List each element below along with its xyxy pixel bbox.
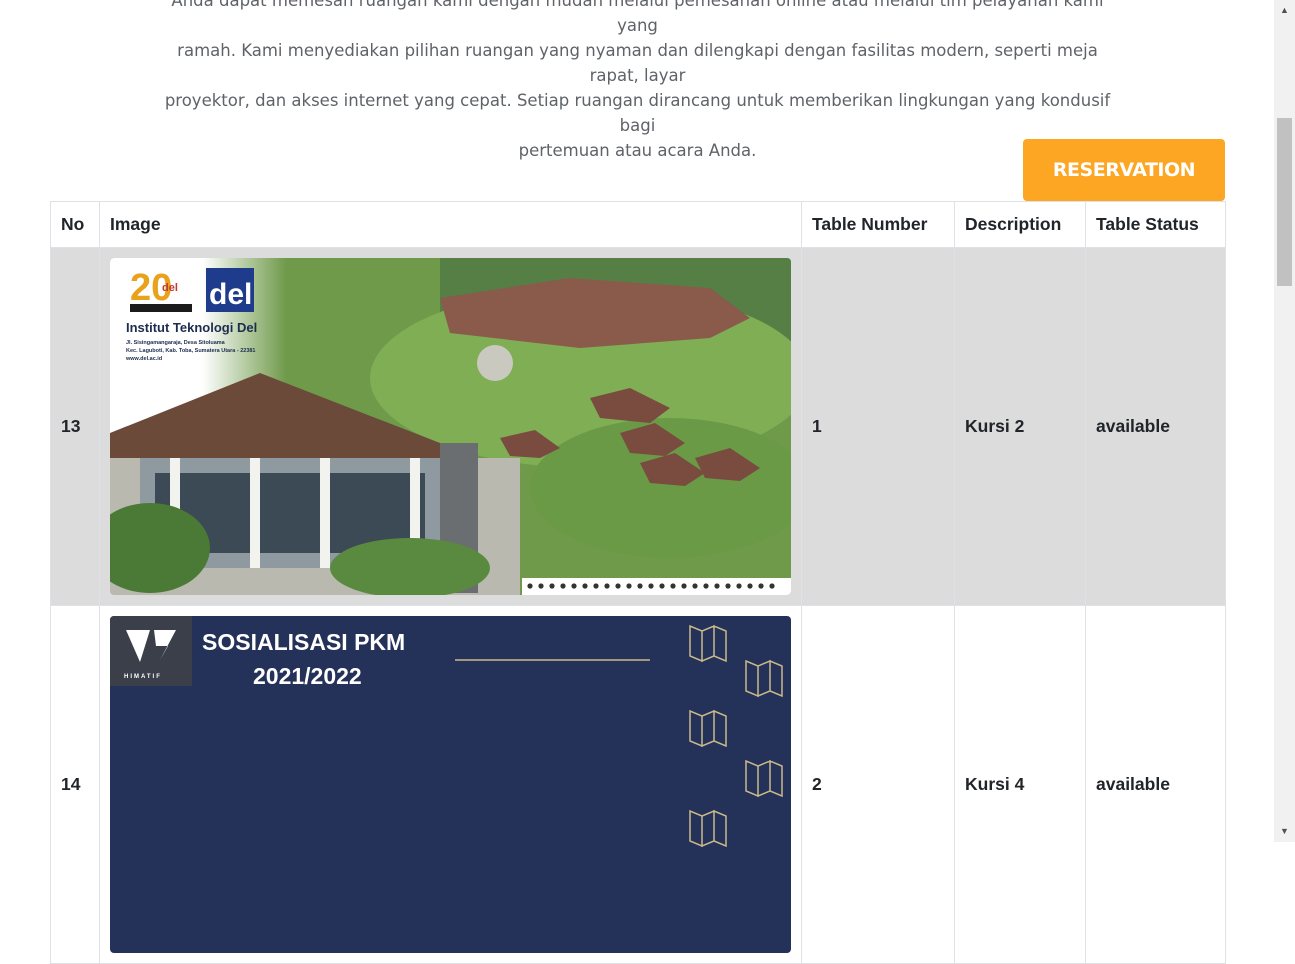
intro-text: Anda dapat memesan ruangan kami dengan m… [150, 0, 1125, 163]
cell-description: Kursi 2 [954, 247, 1086, 606]
intro-line-1: Anda dapat memesan ruangan kami dengan m… [171, 0, 1104, 35]
table-row: 14 HIMATIF SOSIALISASI PKM 2021/2022 2 K… [50, 605, 1226, 964]
svg-text:Jl. Sisingamangaraja, Desa Sit: Jl. Sisingamangaraja, Desa Sitoluama [126, 340, 226, 346]
header-table-number: Table Number [801, 201, 955, 248]
svg-text:SOSIALISASI PKM: SOSIALISASI PKM [202, 629, 405, 655]
cell-table-status: available [1085, 605, 1226, 964]
cell-table-number: 1 [801, 247, 955, 606]
cell-image: 20 del del Institut Teknologi Del Jl. Si… [99, 247, 802, 606]
reservation-button[interactable]: RESERVATION [1023, 139, 1225, 201]
svg-text:www.del.ac.id: www.del.ac.id [125, 356, 162, 362]
del-logo: del [206, 268, 254, 312]
intro-line-4: pertemuan atau acara Anda. [518, 141, 757, 160]
himatif-logo: HIMATIF [110, 616, 192, 686]
scroll-up-arrow-icon[interactable]: ▲ [1274, 2, 1295, 19]
rooms-table: No Image Table Number Description Table … [50, 201, 1226, 964]
cell-no: 13 [50, 247, 100, 606]
header-description: Description [954, 201, 1086, 248]
cell-description: Kursi 4 [954, 605, 1086, 964]
header-image: Image [99, 201, 802, 248]
cell-table-status: available [1085, 247, 1226, 606]
page-scrollbar[interactable]: ▲ ▼ [1274, 0, 1295, 842]
header-table-status: Table Status [1085, 201, 1226, 248]
svg-text:Institut Teknologi Del: Institut Teknologi Del [126, 320, 257, 335]
svg-text:del: del [209, 278, 252, 311]
cell-table-number: 2 [801, 605, 955, 964]
room-image-campus: 20 del del Institut Teknologi Del Jl. Si… [110, 258, 791, 595]
table-header-row: No Image Table Number Description Table … [50, 201, 1226, 248]
svg-text:Kec. Laguboti, Kab. Toba, Suma: Kec. Laguboti, Kab. Toba, Sumatera Utara… [126, 348, 256, 354]
svg-text:del: del [162, 282, 178, 294]
table-row: 13 20 del del Institut Teknologi Del Jl.… [50, 247, 1226, 606]
scrollbar-thumb[interactable] [1277, 118, 1292, 286]
svg-text:HIMATIF: HIMATIF [124, 674, 162, 680]
cell-no: 14 [50, 605, 100, 964]
cell-image: HIMATIF SOSIALISASI PKM 2021/2022 [99, 605, 802, 964]
intro-line-2: ramah. Kami menyediakan pilihan ruangan … [177, 41, 1098, 85]
header-no: No [50, 201, 100, 248]
intro-line-3: proyektor, dan akses internet yang cepat… [164, 91, 1111, 135]
room-image-pkm: HIMATIF SOSIALISASI PKM 2021/2022 [110, 616, 791, 953]
svg-text:2021/2022: 2021/2022 [253, 663, 362, 689]
scroll-down-arrow-icon[interactable]: ▼ [1274, 823, 1295, 840]
